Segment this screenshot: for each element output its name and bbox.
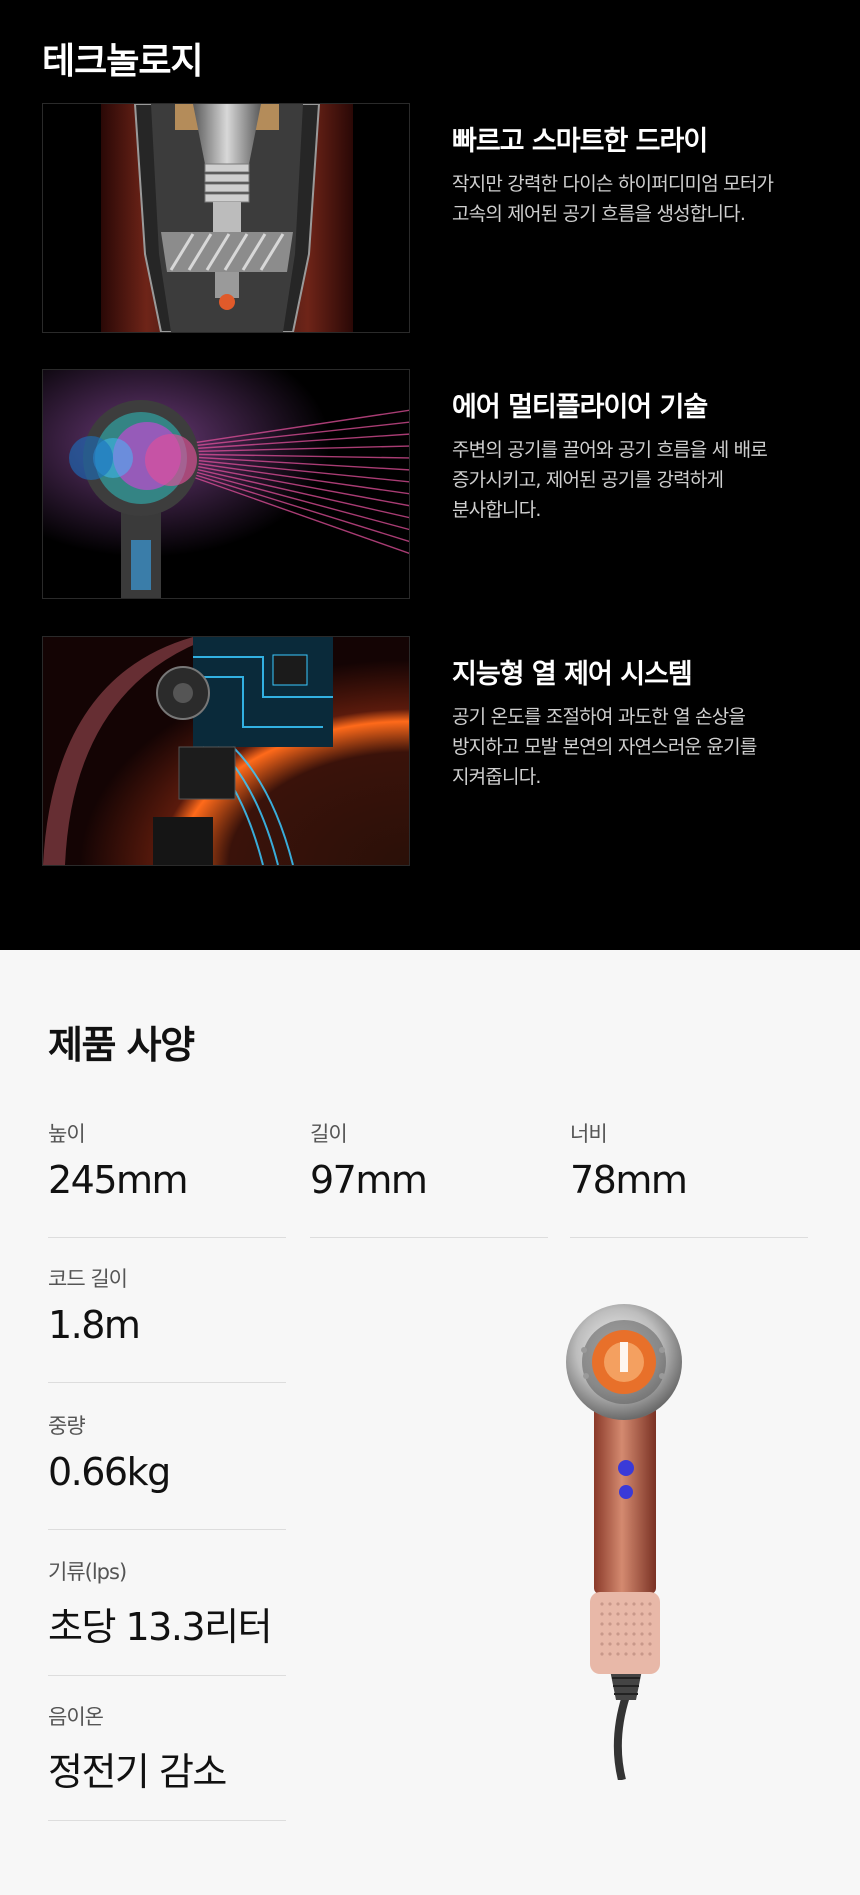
spec-value: 245mm [48,1158,189,1202]
spec-label: 코드 길이 [48,1267,128,1291]
spec-label: 중량 [48,1414,86,1438]
spec-label: 길이 [310,1122,348,1146]
feature-description: 주변의 공기를 끌어와 공기 흐름을 세 배로 증가시키고, 제어된 공기를 강… [452,439,768,521]
feature-heat-control: 지능형 열 제어 시스템 공기 온도를 조절하여 과도한 열 손상을 방지하고 … [42,636,822,866]
spec-height: 높이 245mm [48,1118,286,1238]
specs-section: 제품 사양 높이 245mm 길이 97mm 너비 78mm 코드 길이 1.8… [0,950,860,1895]
feature-title: 에어 멀티플라이어 기술 [452,392,708,423]
spec-weight: 중량 0.66kg [48,1410,286,1530]
hair-dryer-product-image [566,1304,682,1780]
spec-value: 정전기 감소 [48,1750,227,1794]
spec-airflow: 기류(lps) 초당 13.3리터 [48,1556,286,1676]
spec-value: 초당 13.3리터 [48,1605,273,1649]
specs-title: 제품 사양 [48,1023,195,1067]
heat-control-illustration [43,637,409,865]
feature-description: 작지만 강력한 다이슨 하이퍼디미엄 모터가 고속의 제어된 공기 흐름을 생성… [452,173,774,225]
spec-ionization: 음이온 정전기 감소 [48,1701,286,1821]
spec-label: 너비 [570,1122,608,1146]
technology-title: 테크놀로지 [42,41,204,82]
spec-value: 0.66kg [48,1450,171,1494]
spec-label: 음이온 [48,1705,104,1729]
spec-value: 1.8m [48,1303,141,1347]
feature-motor: 빠르고 스마트한 드라이 작지만 강력한 다이슨 하이퍼디미엄 모터가 고속의 … [42,103,822,333]
air-multiplier-image [42,369,410,599]
spec-cord-length: 코드 길이 1.8m [48,1263,286,1383]
spec-label: 기류(lps) [48,1560,127,1584]
spec-length: 길이 97mm [310,1118,548,1238]
motor-image [42,103,410,333]
feature-title: 빠르고 스마트한 드라이 [452,126,708,157]
technology-section: 테크놀로지 빠르고 스마트한 드라이 작지만 강력한 다이슨 하이퍼디미엄 모터… [0,0,860,950]
heat-control-image [42,636,410,866]
feature-title: 지능형 열 제어 시스템 [452,659,693,690]
spec-value: 97mm [310,1158,428,1202]
air-multiplier-illustration [43,370,409,598]
spec-width: 너비 78mm [570,1118,808,1238]
feature-air-multiplier: 에어 멀티플라이어 기술 주변의 공기를 끌어와 공기 흐름을 세 배로 증가시… [42,369,822,599]
motor-illustration [43,104,409,332]
spec-value: 78mm [570,1158,688,1202]
feature-description: 공기 온도를 조절하여 과도한 열 손상을 방지하고 모발 본연의 자연스러운 … [452,706,757,788]
spec-label: 높이 [48,1122,86,1146]
